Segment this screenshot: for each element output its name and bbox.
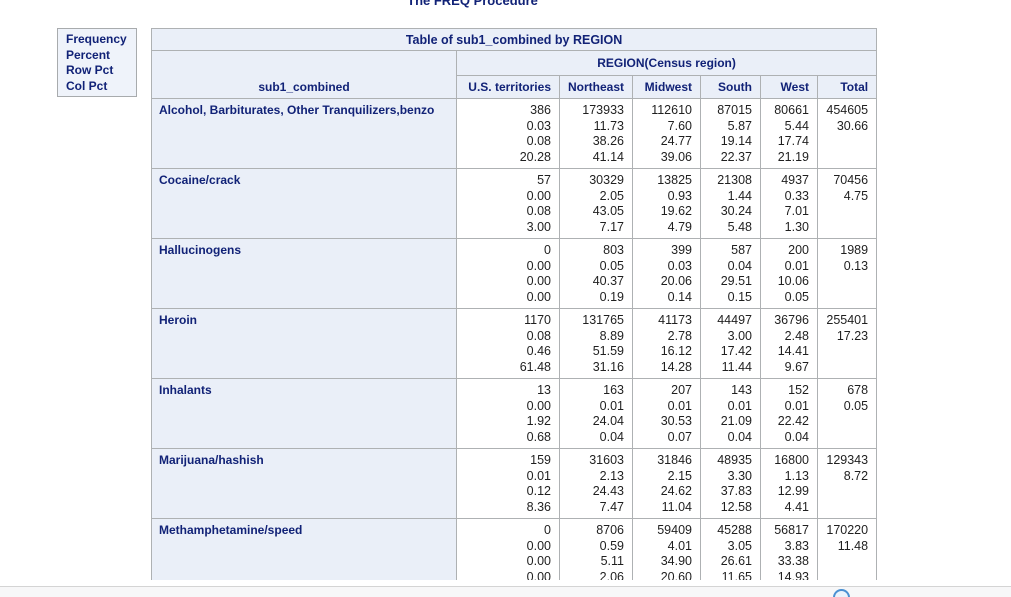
data-cell: 200 0.01 10.06 0.05	[760, 238, 818, 309]
data-cell: 56817 3.83 33.38 14.93	[760, 518, 818, 580]
table-title: Table of sub1_combined by REGION	[151, 28, 878, 51]
data-cell: 13 0.00 1.92 0.68	[456, 378, 560, 449]
row-label-cocaine-crack: Cocaine/crack	[151, 168, 457, 239]
data-cell: 57 0.00 0.08 3.00	[456, 168, 560, 239]
data-cell: 399 0.03 20.06 0.14	[632, 238, 701, 309]
column-header-midwest: Midwest	[632, 75, 701, 99]
table-row: Heroin 1170 0.08 0.46 61.48 131765 8.89 51.59 31…	[151, 308, 878, 379]
data-cell: 36796 2.48 14.41 9.67	[760, 308, 818, 379]
data-cell: 255401 17.23	[816, 308, 878, 379]
data-cell: 87015 5.87 19.14 22.37	[700, 98, 761, 169]
legend-line-row-pct: Row Pct	[66, 63, 114, 77]
data-cell: 454605 30.66	[816, 98, 878, 169]
data-cell: 13825 0.93 19.62 4.79	[632, 168, 701, 239]
data-cell: 678 0.05	[816, 378, 878, 449]
data-cell: 70456 4.75	[816, 168, 878, 239]
table-legend: Frequency Percent Row Pct Col Pct	[57, 28, 137, 97]
data-cell: 80661 5.44 17.74 21.19	[760, 98, 818, 169]
data-cell: 8706 0.59 5.11 2.06	[559, 518, 633, 580]
freq-crosstab-table: Table of sub1_combined by REGION sub1_co…	[151, 28, 878, 580]
table-row: Hallucinogens 0 0.00 0.00 0.00 803 0.05 40.37 0.…	[151, 238, 878, 309]
data-cell: 152 0.01 22.42 0.04	[760, 378, 818, 449]
column-header-u-s-territories: U.S. territories	[456, 75, 560, 99]
data-cell: 803 0.05 40.37 0.19	[559, 238, 633, 309]
data-cell: 59409 4.01 34.90 20.60	[632, 518, 701, 580]
data-cell: 143 0.01 21.09 0.04	[700, 378, 761, 449]
column-header-northeast: Northeast	[559, 75, 633, 99]
data-cell: 0 0.00 0.00 0.00	[456, 238, 560, 309]
row-label-marijuana-hashish: Marijuana/hashish	[151, 448, 457, 519]
legend-line-col-pct: Col Pct	[66, 78, 108, 93]
stub-header: sub1_combined	[151, 50, 457, 99]
column-header-total: Total	[816, 75, 878, 99]
data-cell: 31603 2.13 24.43 7.47	[559, 448, 633, 519]
data-cell: 45288 3.05 26.61 11.65	[700, 518, 761, 580]
row-label-heroin: Heroin	[151, 308, 457, 379]
row-label-methamphetamine-speed: Methamphetamine/speed	[151, 518, 457, 580]
data-cell: 16800 1.13 12.99 4.41	[760, 448, 818, 519]
data-cell: 30329 2.05 43.05 7.17	[559, 168, 633, 239]
table-row: Marijuana/hashish 159 0.01 0.12 8.36 31603 2.1…	[151, 448, 878, 519]
row-label-inhalants: Inhalants	[151, 378, 457, 449]
data-cell: 112610 7.60 24.77 39.06	[632, 98, 701, 169]
data-cell: 207 0.01 30.53 0.07	[632, 378, 701, 449]
table-row: Inhalants 13 0.00 1.92 0.68 163 0.01 24.04 0.04 2…	[151, 378, 878, 449]
row-label-alcohol-barbiturates-other-tranquilizers: Alcohol, Barbiturates, Other Tranquilize…	[151, 98, 457, 169]
data-cell: 0 0.00 0.00 0.00	[456, 518, 560, 580]
data-cell: 44497 3.00 17.42 11.44	[700, 308, 761, 379]
table-row: Cocaine/crack 57 0.00 0.08 3.00 30329 2.05 43.0…	[151, 168, 878, 239]
row-label-hallucinogens: Hallucinogens	[151, 238, 457, 309]
data-cell: 587 0.04 29.51 0.15	[700, 238, 761, 309]
column-header-west: West	[760, 75, 818, 99]
data-cell: 386 0.03 0.08 20.28	[456, 98, 560, 169]
table-scroll-region: Table of sub1_combined by REGION sub1_co…	[151, 28, 878, 580]
data-cell: 129343 8.72	[816, 448, 878, 519]
data-cell: 48935 3.30 37.83 12.58	[700, 448, 761, 519]
data-cell: 131765 8.89 51.59 31.16	[559, 308, 633, 379]
sas-results-viewport: The FREQ Procedure Frequency Percent Row…	[0, 0, 1011, 597]
legend-line-frequency: Frequency	[66, 32, 127, 46]
column-header-south: South	[700, 75, 761, 99]
data-cell: 163 0.01 24.04 0.04	[559, 378, 633, 449]
data-cell: 173933 11.73 38.26 41.14	[559, 98, 633, 169]
page-title: The FREQ Procedure	[407, 0, 538, 8]
table-row: Methamphetamine/speed 0 0.00 0.00 0.00 8706 0.…	[151, 518, 878, 580]
data-cell: 170220 11.48	[816, 518, 878, 580]
data-cell: 1989 0.13	[816, 238, 878, 309]
data-cell: 21308 1.44 30.24 5.48	[700, 168, 761, 239]
footer-divider-bar	[0, 586, 1011, 597]
legend-line-percent: Percent	[66, 47, 111, 62]
data-cell: 4937 0.33 7.01 1.30	[760, 168, 818, 239]
data-cell: 1170 0.08 0.46 61.48	[456, 308, 560, 379]
data-cell: 159 0.01 0.12 8.36	[456, 448, 560, 519]
region-group-header: REGION(Census region)	[455, 50, 878, 76]
table-row: Alcohol, Barbiturates, Other Tranquilize…	[151, 98, 878, 169]
data-cell: 41173 2.78 16.12 14.28	[632, 308, 701, 379]
data-cell: 31846 2.15 24.62 11.04	[632, 448, 701, 519]
